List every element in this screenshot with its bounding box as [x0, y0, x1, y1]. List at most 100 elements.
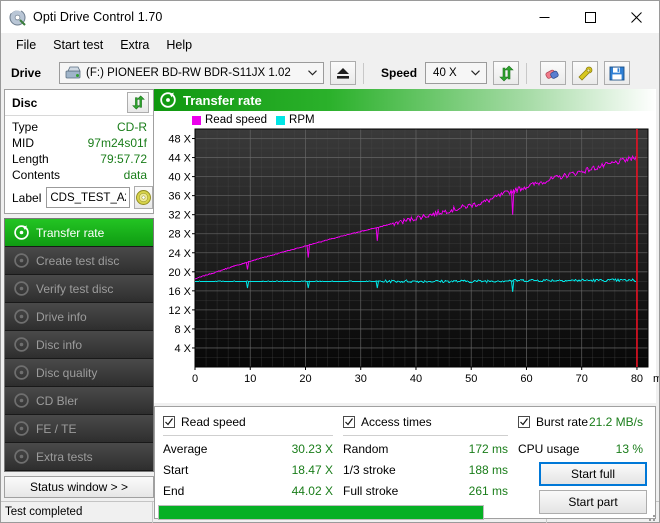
burst-rate-checkbox[interactable]: [518, 416, 530, 428]
window-title: Opti Drive Control 1.70: [33, 10, 162, 24]
legend-label-rpm: RPM: [289, 114, 315, 126]
access-times-label: Access times: [361, 415, 432, 429]
eject-button[interactable]: [330, 61, 356, 85]
burst-rate-label: Burst rate: [536, 415, 588, 429]
sidebar-item-verify-test-disc[interactable]: Verify test disc: [5, 275, 153, 303]
erase-button[interactable]: [540, 61, 566, 85]
transfer-rate-icon: [159, 91, 177, 109]
disc-panel-header: Disc: [5, 90, 153, 116]
sidebar-item-label: Create test disc: [36, 254, 119, 268]
burst-rate-group: Burst rate 21.2 MB/s CPU usage 13 % Star…: [518, 413, 647, 514]
main-content: Disc Type CD-R MID 97m2: [1, 89, 659, 501]
disc-field-type: Type CD-R: [12, 119, 147, 135]
drive-toolbar: Drive (F:) PIONEER BD-RW BDR-S11JX 1.02 …: [1, 57, 659, 89]
svg-text:20: 20: [299, 373, 311, 385]
burst-rate-checkbox-row[interactable]: Burst rate 21.2 MB/s: [518, 413, 647, 431]
application-window: Opti Drive Control 1.70 File Start test …: [0, 0, 660, 523]
svg-text:8 X: 8 X: [174, 324, 191, 336]
disc-field-type-key: Type: [12, 119, 38, 135]
svg-text:40 X: 40 X: [168, 172, 191, 184]
sidebar-item-label: FE / TE: [36, 422, 76, 436]
drive-select-value: (F:) PIONEER BD-RW BDR-S11JX 1.02: [86, 67, 291, 79]
svg-text:60: 60: [520, 373, 532, 385]
legend-swatch-read-speed: [192, 116, 201, 125]
sidebar-item-disc-quality[interactable]: Disc quality: [5, 359, 153, 387]
svg-text:16 X: 16 X: [168, 286, 191, 298]
svg-text:44 X: 44 X: [168, 153, 191, 165]
disc-field-type-value: CD-R: [117, 119, 147, 135]
chevron-down-icon: [308, 67, 317, 79]
disc-field-mid-key: MID: [12, 135, 34, 151]
action-buttons: Start full Start part: [518, 462, 647, 514]
sidebar-item-extra-tests[interactable]: Extra tests: [5, 443, 153, 471]
stat-value-random: 172 ms: [469, 439, 518, 460]
extra-tests-icon: [12, 449, 30, 464]
stat-key-random: Random: [343, 439, 388, 460]
svg-text:min: min: [653, 373, 659, 385]
speed-label: Speed: [381, 66, 417, 80]
read-speed-checkbox-row[interactable]: Read speed: [163, 413, 343, 431]
sidebar-item-drive-info[interactable]: Drive info: [5, 303, 153, 331]
sidebar-item-label: Disc quality: [36, 366, 97, 380]
svg-text:24 X: 24 X: [168, 248, 191, 260]
stat-row-random: Random 172 ms: [343, 439, 518, 460]
disc-label-key: Label: [12, 191, 41, 205]
disc-field-mid: MID 97m24s01f: [12, 135, 147, 151]
sidebar-item-disc-info[interactable]: Disc info: [5, 331, 153, 359]
svg-text:48 X: 48 X: [168, 134, 191, 146]
chart-legend: Read speed RPM: [192, 114, 320, 126]
stat-row-third-stroke: 1/3 stroke 188 ms: [343, 460, 518, 481]
cd-bler-icon: [12, 393, 30, 408]
burst-rate-value: 21.2 MB/s: [589, 415, 647, 429]
disc-label-input[interactable]: [46, 187, 130, 208]
speed-select[interactable]: 40 X: [425, 62, 487, 84]
menu-item-start-test[interactable]: Start test: [45, 35, 112, 56]
sidebar-item-fe-te[interactable]: FE / TE: [5, 415, 153, 443]
title-bar: Opti Drive Control 1.70: [1, 1, 659, 33]
menu-item-help[interactable]: Help: [158, 35, 201, 56]
drive-icon: [65, 66, 81, 80]
close-button[interactable]: [613, 1, 659, 33]
disc-field-contents-value: data: [124, 167, 147, 183]
disc-info-icon: [12, 337, 30, 352]
disc-detail-button[interactable]: [134, 186, 153, 209]
app-icon: [9, 9, 26, 26]
disc-fields: Type CD-R MID 97m24s01f Length 79:57.72 …: [5, 116, 153, 209]
legend-label-read-speed: Read speed: [205, 114, 267, 126]
status-window-button[interactable]: Status window > >: [4, 476, 154, 498]
stat-row-end: End 44.02 X: [163, 481, 343, 502]
resize-grip[interactable]: [645, 502, 659, 523]
disc-speed-icon: [12, 225, 30, 240]
start-full-button[interactable]: Start full: [539, 462, 647, 486]
sidebar-item-label: Disc info: [36, 338, 82, 352]
tools-button[interactable]: [572, 61, 598, 85]
refresh-button[interactable]: [493, 61, 519, 85]
sidebar-item-create-test-disc[interactable]: Create test disc: [5, 247, 153, 275]
stat-key-average: Average: [163, 439, 207, 460]
svg-text:30: 30: [355, 373, 367, 385]
maximize-button[interactable]: [567, 1, 613, 33]
stat-value-end: 44.02 X: [292, 481, 343, 502]
save-button[interactable]: [604, 61, 630, 85]
sidebar-item-cd-bler[interactable]: CD Bler: [5, 387, 153, 415]
fe-te-icon: [12, 421, 30, 436]
progress-bar: [158, 505, 484, 520]
disc-field-mid-value: 97m24s01f: [88, 135, 147, 151]
drive-select[interactable]: (F:) PIONEER BD-RW BDR-S11JX 1.02: [59, 62, 324, 84]
menu-item-extra[interactable]: Extra: [112, 35, 158, 56]
read-speed-checkbox[interactable]: [163, 416, 175, 428]
minimize-button[interactable]: [521, 1, 567, 33]
svg-text:32 X: 32 X: [168, 210, 191, 222]
svg-text:12 X: 12 X: [168, 305, 191, 317]
disc-refresh-button[interactable]: [127, 92, 149, 113]
sidebar-item-transfer-rate[interactable]: Transfer rate: [5, 219, 153, 247]
svg-text:80: 80: [631, 373, 643, 385]
start-part-button[interactable]: Start part: [539, 490, 647, 514]
disc-quality-icon: [12, 365, 30, 380]
menu-item-file[interactable]: File: [8, 35, 45, 56]
sidebar-item-label: Drive info: [36, 310, 87, 324]
access-times-checkbox[interactable]: [343, 416, 355, 428]
disc-label-row: Label: [12, 186, 147, 209]
access-times-checkbox-row[interactable]: Access times: [343, 413, 518, 431]
drive-info-icon: [12, 309, 30, 324]
